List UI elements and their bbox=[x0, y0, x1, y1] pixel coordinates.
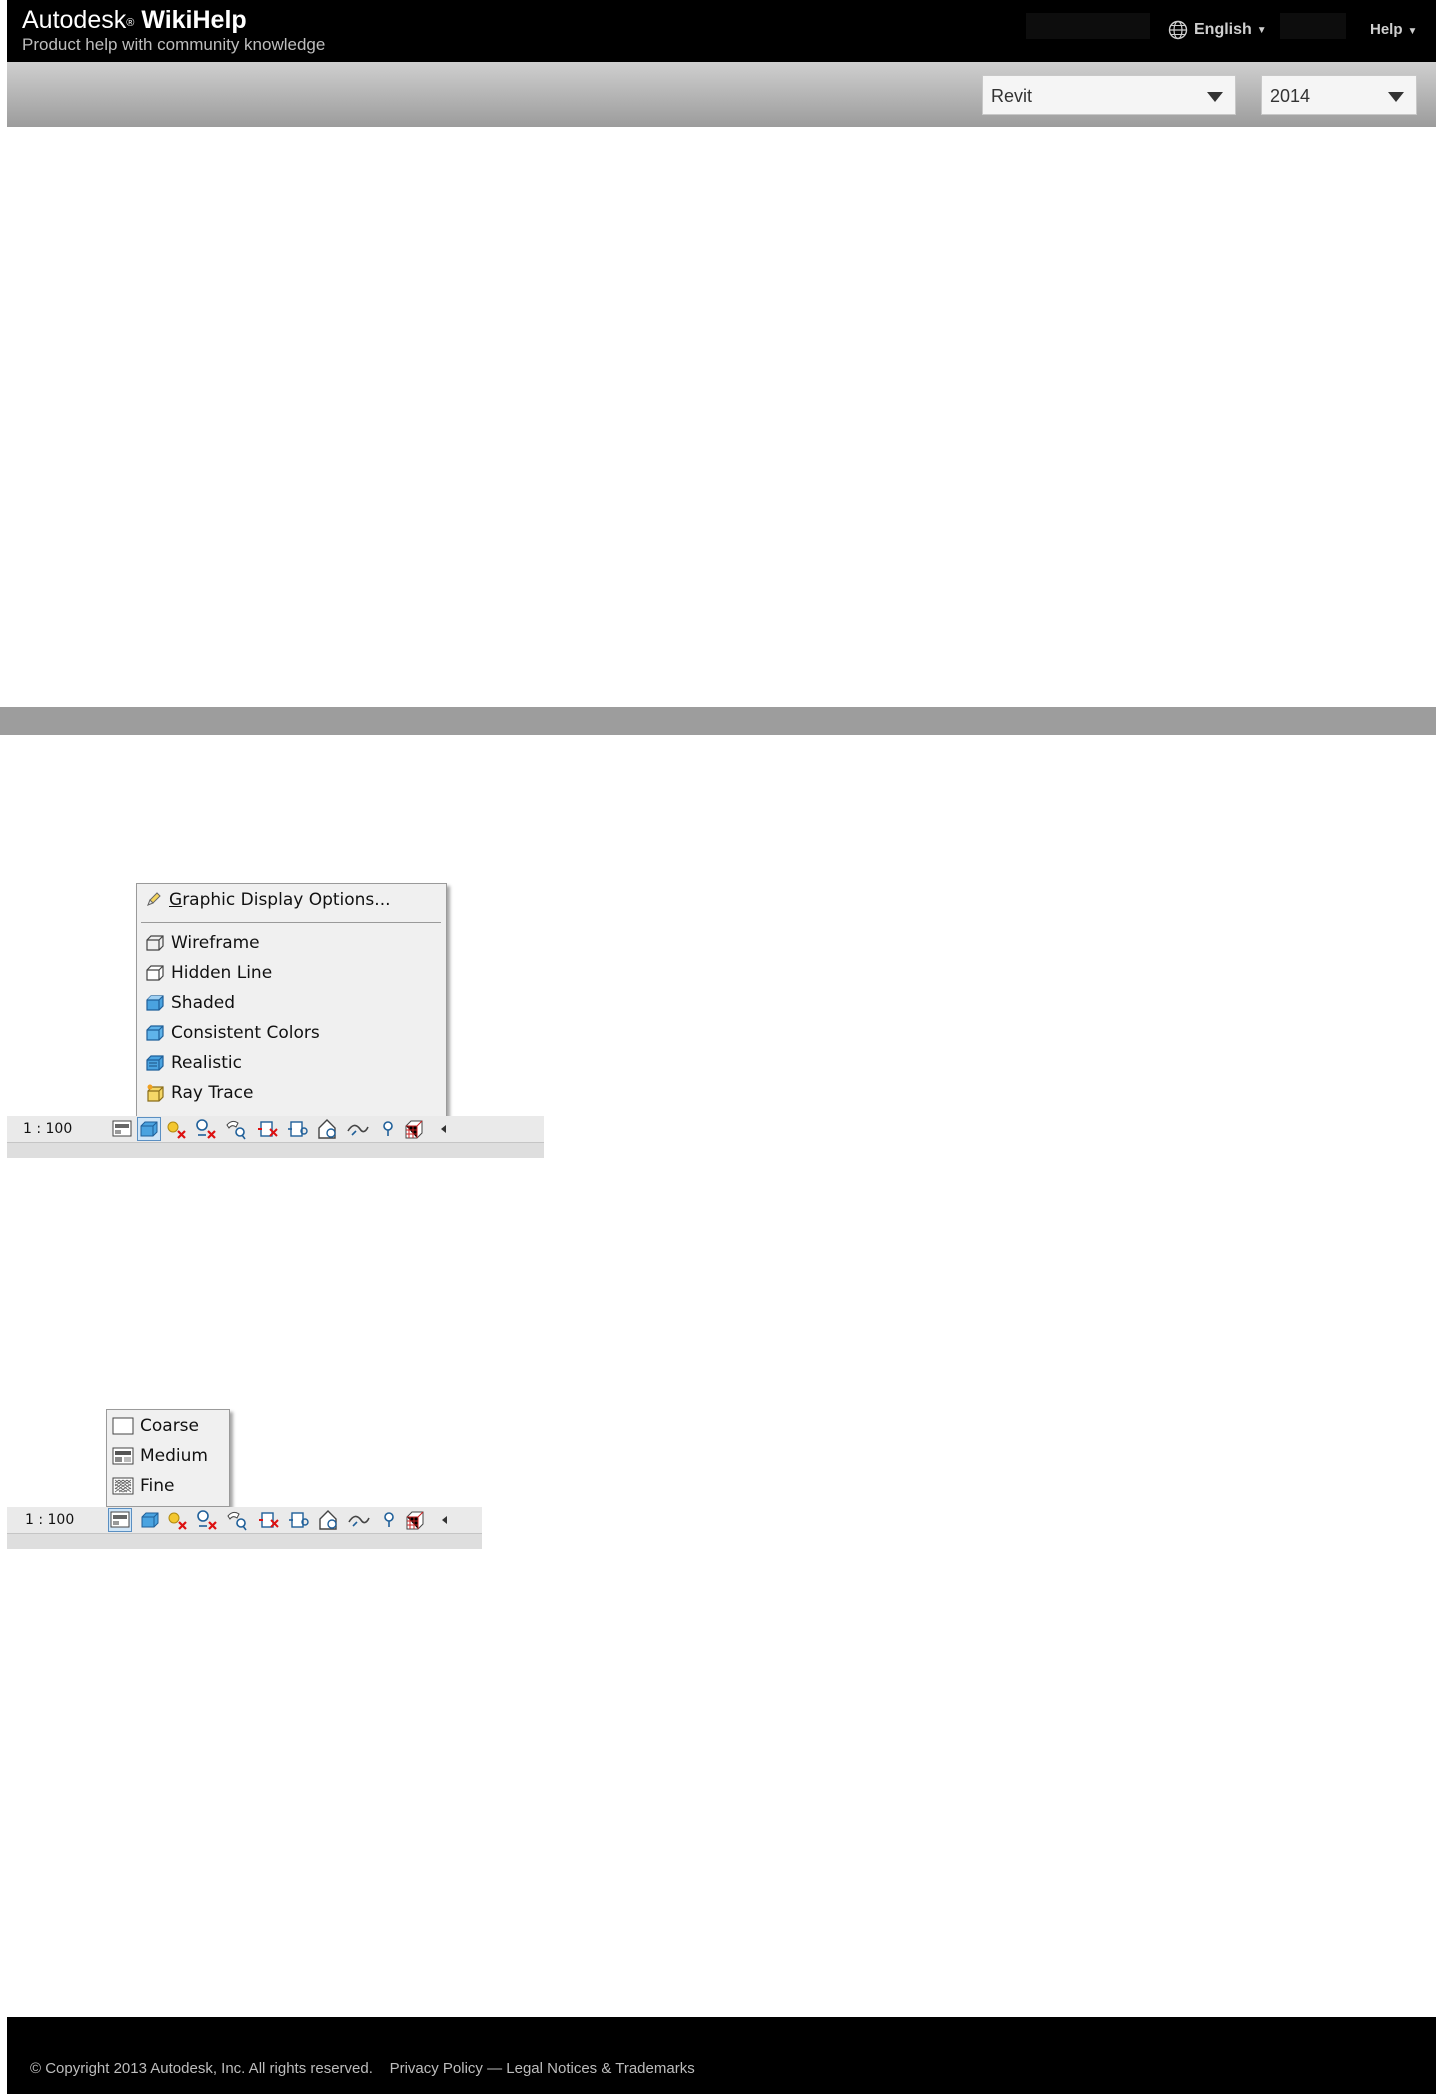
collapse-arrow-icon[interactable] bbox=[432, 1117, 456, 1141]
globe-icon bbox=[1168, 20, 1188, 40]
menu-item-rest: raphic Display Options... bbox=[182, 890, 391, 910]
language-selector[interactable]: English ▼ bbox=[1168, 20, 1267, 40]
help-label: Help bbox=[1370, 21, 1403, 38]
shadows-off-icon[interactable] bbox=[195, 1508, 219, 1532]
view-control-bar-bottom bbox=[7, 1143, 544, 1158]
hidden-line-icon bbox=[146, 965, 164, 981]
sun-path-off-icon[interactable] bbox=[164, 1117, 188, 1141]
visual-style-icon[interactable] bbox=[137, 1117, 161, 1141]
reveal-hidden-elements-icon[interactable] bbox=[346, 1117, 370, 1141]
detail-level-icon[interactable] bbox=[110, 1117, 134, 1141]
footer-separator: — bbox=[487, 2060, 503, 2077]
menu-item-label: Consistent Colors bbox=[171, 1023, 320, 1043]
search-input[interactable] bbox=[1026, 13, 1150, 39]
menu-item-label: Fine bbox=[140, 1476, 175, 1496]
detail-level-menu: Coarse Medium Fine bbox=[106, 1409, 230, 1507]
menu-separator bbox=[141, 922, 441, 923]
footer-text: © Copyright 2013 Autodesk, Inc. All righ… bbox=[30, 2060, 695, 2077]
site-tagline: Product help with community knowledge bbox=[22, 35, 326, 54]
show-crop-region-icon[interactable] bbox=[286, 1117, 310, 1141]
show-rendering-dialog-icon[interactable] bbox=[225, 1508, 249, 1532]
show-crop-region-icon[interactable] bbox=[287, 1508, 311, 1532]
menu-item-label: Medium bbox=[140, 1446, 208, 1466]
help-menu[interactable]: Help ▼ bbox=[1370, 21, 1417, 38]
view-scale[interactable]: 1 : 100 bbox=[25, 1512, 74, 1528]
realistic-icon bbox=[146, 1055, 164, 1071]
menu-item-shaded[interactable]: Shaded bbox=[145, 989, 235, 1017]
consistent-colors-icon bbox=[146, 1025, 164, 1041]
menu-item-label: Wireframe bbox=[171, 933, 260, 953]
crop-view-icon[interactable] bbox=[257, 1508, 281, 1532]
visual-style-menu: Graphic Display Options... Wireframe Hid… bbox=[136, 883, 447, 1117]
view-control-bar-bottom bbox=[7, 1534, 482, 1549]
shaded-icon bbox=[146, 995, 164, 1011]
wireframe-icon bbox=[146, 935, 164, 951]
page-footer bbox=[7, 2017, 1436, 2094]
dropdown-arrow-icon bbox=[1388, 92, 1404, 102]
copyright-text: © Copyright 2013 Autodesk, Inc. All righ… bbox=[30, 2060, 373, 2077]
view-scale[interactable]: 1 : 100 bbox=[23, 1121, 72, 1137]
view-controls-strip bbox=[102, 1117, 482, 1141]
menu-item-graphic-display-options[interactable]: Graphic Display Options... bbox=[145, 886, 391, 914]
visual-style-icon[interactable] bbox=[138, 1508, 162, 1532]
menu-item-label: Coarse bbox=[140, 1416, 199, 1436]
ray-trace-icon bbox=[147, 1084, 164, 1102]
shadows-off-icon[interactable] bbox=[194, 1117, 218, 1141]
header-blank-field[interactable] bbox=[1280, 13, 1346, 39]
temporary-view-properties-icon[interactable] bbox=[376, 1117, 400, 1141]
temporary-hide-isolate-icon[interactable] bbox=[317, 1508, 341, 1532]
temporary-hide-isolate-icon[interactable] bbox=[316, 1117, 340, 1141]
registered-mark: ® bbox=[126, 17, 135, 29]
accesskey-letter: G bbox=[169, 890, 183, 910]
reveal-hidden-elements-icon[interactable] bbox=[347, 1508, 371, 1532]
menu-item-ray-trace[interactable]: Ray Trace bbox=[145, 1079, 253, 1107]
brand-prefix: Autodesk bbox=[22, 6, 127, 34]
menu-item-consistent-colors[interactable]: Consistent Colors bbox=[145, 1019, 320, 1047]
menu-item-label: Ray Trace bbox=[171, 1083, 254, 1103]
product-select-value: Revit bbox=[991, 86, 1033, 106]
version-select-value: 2014 bbox=[1270, 86, 1311, 106]
menu-item-label: Shaded bbox=[171, 993, 236, 1013]
product-select[interactable]: Revit bbox=[982, 75, 1236, 115]
coarse-icon bbox=[112, 1417, 134, 1435]
show-rendering-dialog-icon[interactable] bbox=[224, 1117, 248, 1141]
revit-screenshot-detail-level: Coarse Medium Fine 1 : 100 bbox=[7, 1405, 482, 1555]
legal-notices-link[interactable]: Legal Notices & Trademarks bbox=[506, 2060, 694, 2077]
menu-item-wireframe[interactable]: Wireframe bbox=[145, 929, 260, 957]
chevron-down-icon: ▼ bbox=[1256, 24, 1267, 36]
dropdown-arrow-icon bbox=[1207, 92, 1223, 102]
view-controls-strip bbox=[103, 1508, 473, 1532]
detail-level-icon[interactable] bbox=[108, 1508, 132, 1532]
menu-item-fine[interactable]: Fine bbox=[112, 1472, 175, 1500]
menu-item-label: Hidden Line bbox=[171, 963, 273, 983]
site-logo[interactable]: Autodesk® WikiHelp bbox=[22, 5, 247, 35]
revit-screenshot-visual-style: Graphic Display Options... Wireframe Hid… bbox=[7, 880, 544, 1158]
temporary-view-properties-icon[interactable] bbox=[377, 1508, 401, 1532]
medium-icon bbox=[112, 1447, 134, 1465]
menu-item-hidden-line[interactable]: Hidden Line bbox=[145, 959, 272, 987]
analytical-model-icon[interactable] bbox=[403, 1508, 427, 1532]
analytical-model-icon[interactable] bbox=[402, 1117, 426, 1141]
collapse-arrow-icon[interactable] bbox=[433, 1508, 457, 1532]
language-label: English bbox=[1194, 21, 1252, 38]
menu-item-label: Graphic Display Options... bbox=[169, 890, 391, 910]
menu-item-realistic[interactable]: Realistic bbox=[145, 1049, 242, 1077]
brand-name: WikiHelp bbox=[141, 6, 247, 34]
crop-view-icon[interactable] bbox=[256, 1117, 280, 1141]
menu-item-label: Realistic bbox=[171, 1053, 242, 1073]
fine-icon bbox=[112, 1477, 134, 1495]
privacy-policy-link[interactable]: Privacy Policy bbox=[390, 2060, 483, 2077]
sun-path-off-icon[interactable] bbox=[165, 1508, 189, 1532]
section-divider-band bbox=[0, 707, 1436, 735]
pencil-icon bbox=[147, 892, 161, 906]
chevron-down-icon: ▼ bbox=[1407, 26, 1418, 37]
menu-item-coarse[interactable]: Coarse bbox=[112, 1412, 199, 1440]
version-select[interactable]: 2014 bbox=[1261, 75, 1417, 115]
menu-item-medium[interactable]: Medium bbox=[112, 1442, 208, 1470]
